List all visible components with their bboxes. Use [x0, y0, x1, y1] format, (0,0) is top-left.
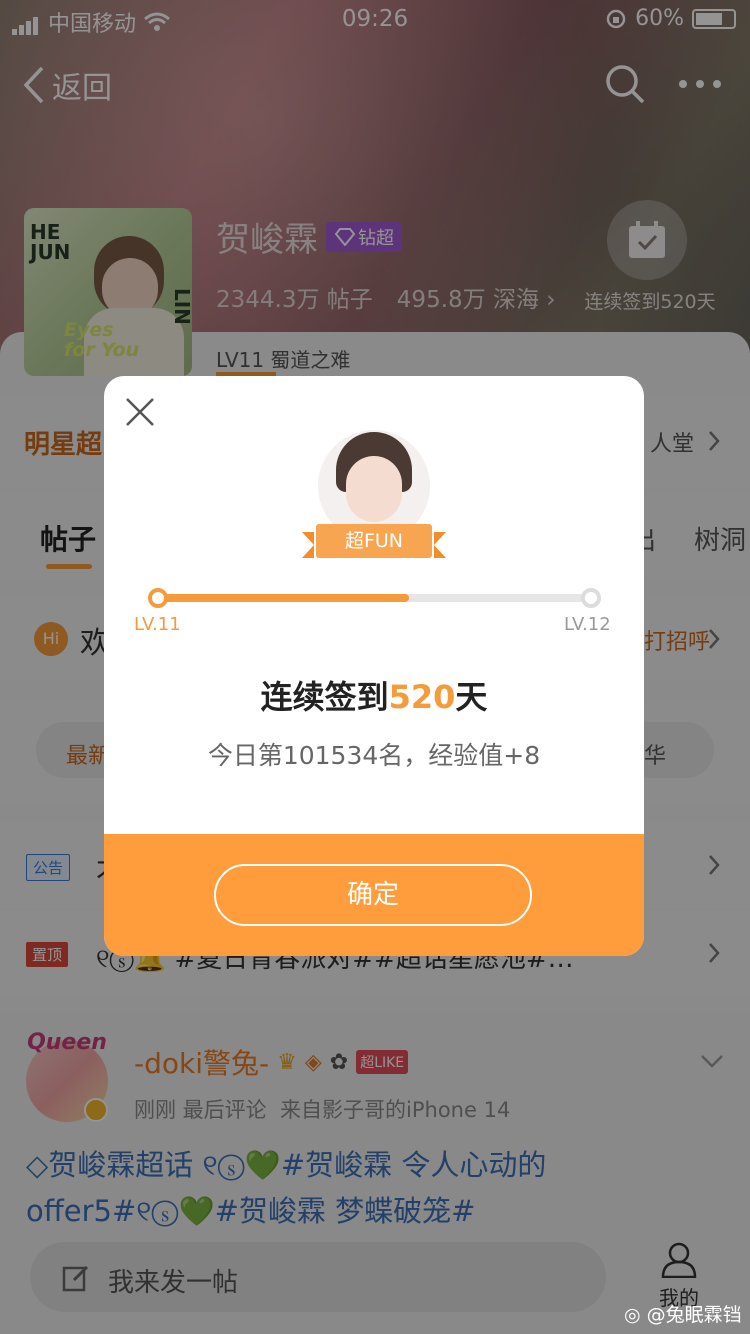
- dialog-avatar-face: [346, 456, 402, 522]
- ribbon-right: [434, 532, 446, 558]
- level-progress-fill: [156, 594, 409, 602]
- dialog-subtitle: 今日第101534名，经验值+8: [207, 741, 541, 770]
- watermark: ◎ @兔眠霖铛: [624, 1300, 742, 1327]
- confirm-label: 确定: [346, 880, 399, 910]
- fun-badge-label: 超FUN: [344, 530, 404, 552]
- title-suffix: 天: [455, 678, 488, 716]
- ribbon-left: [302, 532, 314, 558]
- watermark-text: @兔眠霖铛: [646, 1304, 742, 1326]
- fun-badge: 超FUN: [316, 524, 432, 558]
- checkin-success-dialog: 超FUN LV.11 LV.12 连续签到520天 今日第101534名，经验值…: [104, 376, 644, 956]
- progress-end-dot: [581, 588, 601, 608]
- title-number: 520: [388, 678, 456, 716]
- dialog-title: 连续签到520天: [104, 672, 644, 718]
- weibo-logo-icon: ◎: [624, 1304, 641, 1326]
- level-from: LV.11: [134, 614, 181, 635]
- title-prefix: 连续签到: [260, 678, 389, 716]
- level-to: LV.12: [564, 614, 611, 635]
- progress-start-dot: [148, 588, 168, 608]
- close-icon[interactable]: [124, 396, 156, 428]
- confirm-button[interactable]: 确定: [214, 864, 532, 926]
